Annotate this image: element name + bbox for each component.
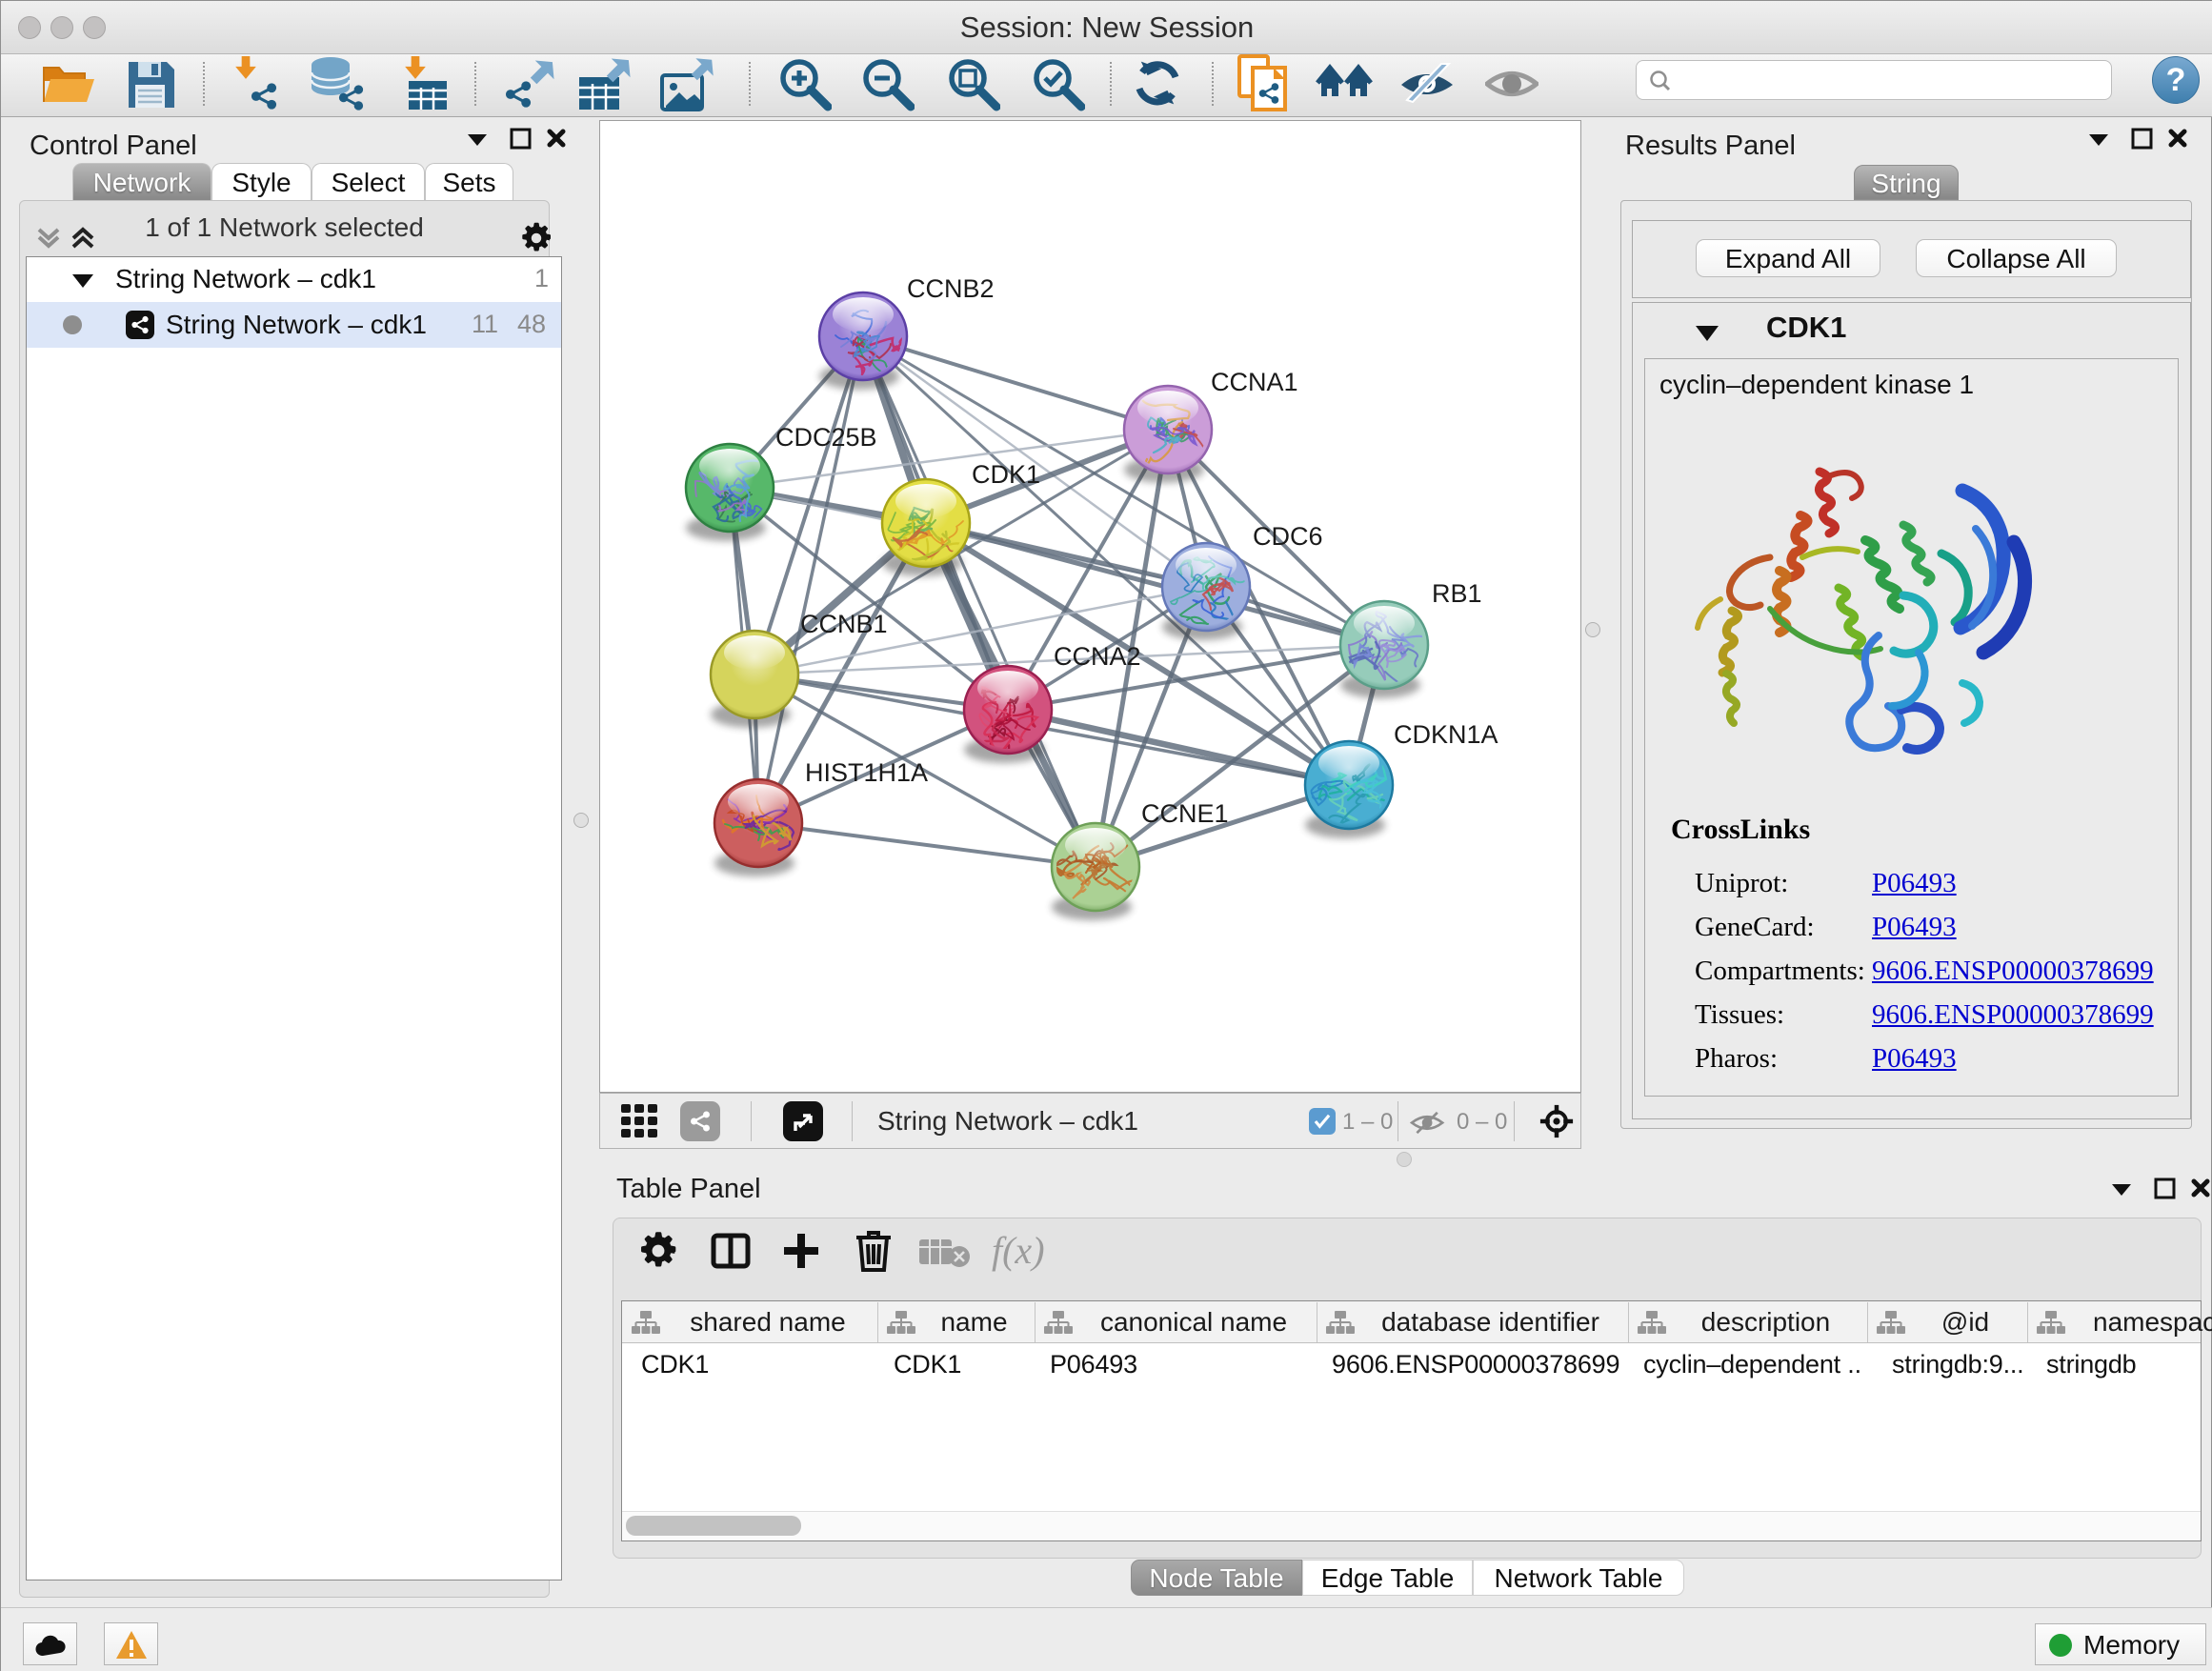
svg-text:CDC25B: CDC25B bbox=[775, 423, 877, 452]
svg-text:CDC6: CDC6 bbox=[1253, 522, 1323, 551]
svg-text:HIST1H1A: HIST1H1A bbox=[805, 758, 928, 787]
svg-text:CCNB1: CCNB1 bbox=[800, 610, 888, 638]
svg-text:CCNA2: CCNA2 bbox=[1054, 642, 1141, 671]
svg-text:CDKN1A: CDKN1A bbox=[1394, 720, 1498, 749]
svg-text:RB1: RB1 bbox=[1432, 579, 1482, 608]
svg-text:CCNE1: CCNE1 bbox=[1141, 799, 1229, 828]
svg-text:CCNB2: CCNB2 bbox=[907, 274, 995, 303]
svg-text:CDK1: CDK1 bbox=[972, 460, 1040, 489]
svg-text:CCNA1: CCNA1 bbox=[1211, 368, 1298, 396]
